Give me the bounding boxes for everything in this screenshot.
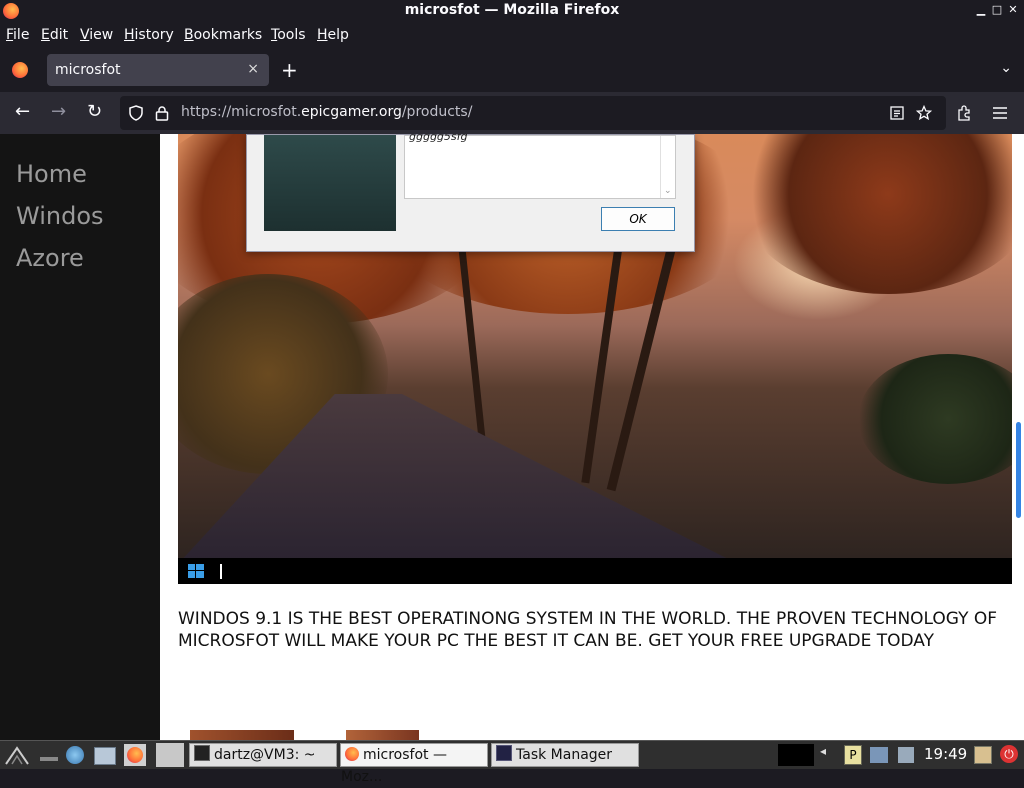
network-icon[interactable]: [870, 747, 888, 763]
cpu-graph-widget: [778, 744, 814, 766]
menu-edit[interactable]: Edit: [41, 27, 68, 43]
text-caret: [220, 564, 222, 579]
ok-button[interactable]: OK: [601, 207, 675, 231]
lock-screen-icon[interactable]: [974, 746, 992, 764]
arrow-left-icon[interactable]: ◂: [820, 744, 834, 766]
workspace-switcher[interactable]: [156, 743, 184, 767]
hamburger-menu-icon[interactable]: [992, 106, 1008, 120]
list-tabs-icon[interactable]: ⌄: [1000, 60, 1012, 76]
forward-button[interactable]: →: [51, 102, 66, 122]
lock-icon[interactable]: [155, 105, 169, 121]
nav-link-home[interactable]: Home: [16, 160, 87, 188]
tab-strip: microsfot × + ⌄: [0, 48, 1024, 92]
fake-taskbar-strip: [178, 558, 1012, 584]
nav-link-azore[interactable]: Azore: [16, 244, 84, 272]
firefox-launcher-button[interactable]: [124, 744, 146, 766]
dialog-image: [264, 135, 396, 231]
window-title: microsfot — Mozilla Firefox: [404, 2, 620, 18]
bookmark-star-icon[interactable]: [916, 105, 932, 121]
page-scrollbar[interactable]: [1012, 134, 1024, 740]
shield-icon[interactable]: [128, 105, 144, 121]
reader-view-icon[interactable]: [890, 106, 904, 120]
site-sidebar: Home Windos Azore: [0, 134, 160, 740]
tab-close-icon[interactable]: ×: [247, 61, 259, 77]
menu-history[interactable]: History: [124, 27, 174, 43]
url-bar[interactable]: https://microsfot.epicgamer.org/products…: [120, 96, 946, 130]
new-tab-button[interactable]: +: [281, 58, 298, 82]
windows-logo-icon: [188, 564, 204, 578]
scroll-down-icon[interactable]: ⌄: [664, 186, 672, 196]
taskbar-item-terminal[interactable]: dartz@VM3: ~: [189, 743, 337, 767]
navigation-bar: ← → ↻ https://microsfot.epicgamer.org/pr…: [0, 92, 1024, 134]
tools-icon[interactable]: [898, 747, 914, 763]
nav-link-windos[interactable]: Windos: [16, 202, 104, 230]
reload-button[interactable]: ↻: [87, 102, 102, 122]
product-tagline: WINDOS 9.1 IS THE BEST OPERATINONG SYSTE…: [178, 609, 998, 651]
extensions-icon[interactable]: [956, 105, 972, 121]
decorative-leaves: [190, 730, 710, 740]
tab-microsfot[interactable]: microsfot ×: [47, 54, 269, 86]
browser-launcher-icon[interactable]: [66, 746, 84, 764]
back-button[interactable]: ←: [15, 102, 30, 122]
system-taskbar: dartz@VM3: ~ microsfot — Moz... Task Man…: [0, 740, 1024, 785]
parcellite-icon[interactable]: P: [844, 745, 862, 765]
task-manager-icon: [496, 745, 512, 761]
terminal-icon: [194, 745, 210, 761]
show-desktop-icon[interactable]: [40, 757, 58, 761]
dialog-text-area[interactable]: ggggg5sfg ⌄: [404, 134, 676, 199]
scrollbar-thumb[interactable]: [1016, 422, 1021, 518]
window-titlebar: microsfot — Mozilla Firefox ▁ □ ✕: [0, 0, 1024, 22]
message-dialog: ggggg5sfg ⌄ OK: [246, 134, 695, 252]
dialog-text-scrollbar[interactable]: ⌄: [660, 136, 675, 198]
menu-help[interactable]: Help: [317, 27, 349, 43]
taskbar-item-firefox[interactable]: microsfot — Moz...: [340, 743, 488, 785]
dialog-text: ggggg5sfg: [409, 134, 468, 143]
app-menu-icon[interactable]: [4, 744, 30, 766]
menu-bookmarks[interactable]: Bookmarks: [184, 27, 262, 43]
page-content: Home Windos Azore WINDOS 9.1 IS THE BEST…: [0, 134, 1024, 740]
menu-view[interactable]: View: [80, 27, 113, 43]
firefox-icon: [345, 747, 359, 761]
menu-file[interactable]: File: [6, 27, 29, 43]
menu-tools[interactable]: Tools: [271, 27, 306, 43]
url-text[interactable]: https://microsfot.epicgamer.org/products…: [181, 104, 472, 120]
taskbar-item-task-manager[interactable]: Task Manager: [491, 743, 639, 767]
firefox-view-icon[interactable]: [12, 62, 28, 78]
power-icon[interactable]: ⏻: [1000, 745, 1018, 763]
firefox-icon: [127, 747, 143, 763]
file-manager-icon[interactable]: [94, 747, 116, 765]
tab-title: microsfot: [55, 62, 121, 78]
clock[interactable]: 19:49: [924, 745, 967, 763]
close-window-button[interactable]: ✕: [1004, 2, 1022, 18]
menu-bar: File Edit View History Bookmarks Tools H…: [0, 22, 1024, 48]
